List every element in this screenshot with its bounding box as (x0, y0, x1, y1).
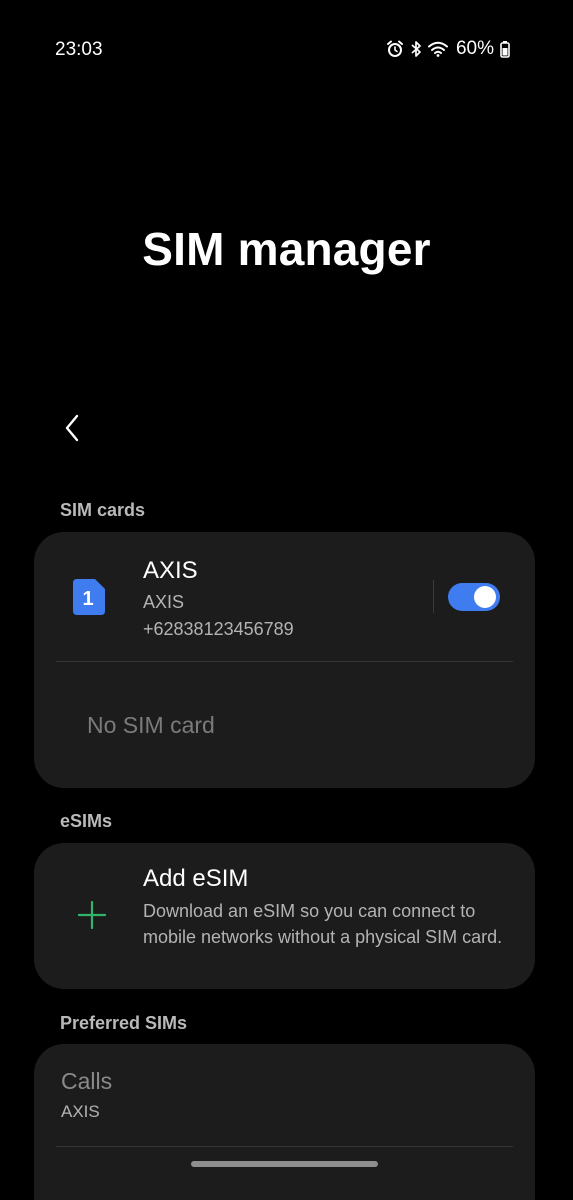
status-time: 23:03 (55, 39, 103, 60)
sim-phone-number: +62838123456789 (143, 619, 294, 639)
section-header-esims: eSIMs (60, 811, 113, 831)
card-divider (56, 661, 513, 662)
sim-card-icon: 1 (73, 579, 105, 620)
toggle-separator (433, 580, 434, 613)
card-divider (56, 1146, 513, 1147)
sim-cards-card: 1 AXIS AXIS +62838123456789 No SIM card (34, 532, 535, 788)
wifi-icon (427, 41, 448, 57)
alarm-icon (386, 40, 404, 58)
no-sim-card-row: No SIM card (87, 712, 215, 738)
status-icons: 60% (386, 38, 510, 60)
plus-icon (77, 900, 107, 934)
battery-percent: 60% (455, 38, 494, 59)
toggle-knob (474, 586, 496, 608)
add-esim-title: Add eSIM (143, 865, 249, 892)
calls-value: AXIS (61, 1102, 100, 1121)
add-esim-card[interactable]: Add eSIM Download an eSIM so you can con… (34, 843, 535, 989)
preferred-sims-card: Calls AXIS (34, 1044, 535, 1200)
calls-label: Calls (61, 1068, 113, 1094)
bluetooth-icon (410, 40, 422, 58)
battery-icon (500, 40, 510, 58)
sim-enable-toggle[interactable] (448, 583, 500, 611)
section-header-sim-cards: SIM cards (60, 500, 146, 520)
chevron-left-icon (62, 413, 82, 448)
page-title: SIM manager (142, 223, 431, 275)
status-bar: 23:03 60% (0, 0, 573, 100)
sim-card-row-1[interactable]: 1 AXIS AXIS +62838123456789 (34, 532, 535, 660)
add-esim-description: Download an eSIM so you can connect to m… (143, 901, 503, 947)
sim-name: AXIS (143, 557, 198, 584)
navigation-handle[interactable] (191, 1161, 378, 1167)
back-button[interactable] (52, 410, 92, 450)
section-header-preferred-sims: Preferred SIMs (60, 1013, 188, 1033)
sim-carrier: AXIS (143, 592, 185, 612)
sim-slot-number: 1 (82, 588, 93, 610)
preferred-calls-row[interactable]: Calls AXIS (34, 1044, 535, 1146)
